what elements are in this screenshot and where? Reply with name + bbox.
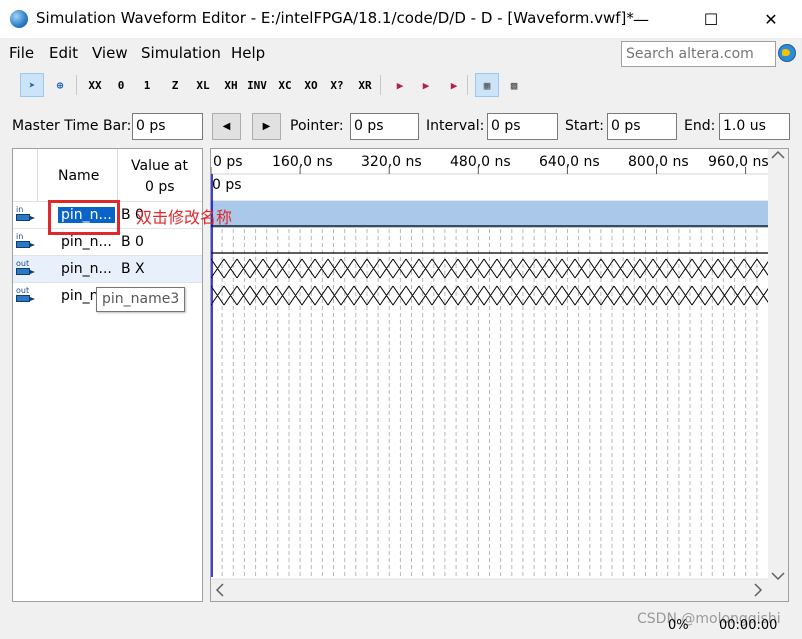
output-pin-icon: out bbox=[15, 259, 35, 279]
start-label: Start: bbox=[565, 118, 604, 134]
pointer-field[interactable]: 0 ps bbox=[350, 113, 419, 140]
pin-direction-label: in bbox=[16, 205, 24, 214]
waveform-canvas[interactable] bbox=[211, 149, 789, 602]
signal-row[interactable]: out pin_n... B X bbox=[13, 255, 202, 282]
start-field[interactable]: 0 ps bbox=[607, 113, 677, 140]
pointer-tool-icon[interactable]: ➤ bbox=[20, 73, 44, 97]
maximize-button[interactable]: ☐ bbox=[688, 0, 734, 38]
toolbar-separator bbox=[467, 75, 468, 95]
signal-name[interactable]: pin_n... bbox=[61, 234, 112, 250]
pin-direction-label: in bbox=[16, 232, 24, 241]
menu-file[interactable]: File bbox=[9, 44, 34, 62]
force-weak-low-icon[interactable]: XL bbox=[191, 73, 215, 97]
time-ruler-label: 800,0 ns bbox=[628, 154, 689, 170]
zoom-tool-icon[interactable]: ⊕ bbox=[48, 73, 72, 97]
minimize-button[interactable]: — bbox=[618, 0, 664, 38]
random-icon[interactable]: X? bbox=[325, 73, 349, 97]
status-percent: 0% bbox=[668, 618, 689, 633]
menu-view[interactable]: View bbox=[92, 44, 128, 62]
clock-icon[interactable]: XO bbox=[299, 73, 323, 97]
selected-row-highlight bbox=[211, 201, 768, 228]
pin-direction-label: out bbox=[16, 286, 30, 295]
horizontal-scrollbar bbox=[211, 579, 768, 601]
waveform-panel[interactable]: 0 ps 160,0 ns 320,0 ns 480,0 ns 640,0 ns 800,… bbox=[210, 148, 789, 602]
time-ruler-label: 960,0 ns bbox=[708, 154, 769, 170]
master-time-bar-label: Master Time Bar: bbox=[12, 118, 132, 134]
globe-icon[interactable] bbox=[778, 44, 796, 62]
status-time: 00:00:00 bbox=[719, 618, 778, 633]
time-ruler-label: 480,0 ns bbox=[450, 154, 511, 170]
signal-waveform-unknown bbox=[211, 285, 771, 306]
master-time-bar-field[interactable]: 0 ps bbox=[132, 113, 203, 140]
interval-label: Interval: bbox=[426, 118, 485, 134]
output-pin-icon: out bbox=[15, 286, 35, 306]
name-column-header[interactable]: Name bbox=[58, 168, 99, 184]
value-column-header-time: 0 ps bbox=[145, 179, 175, 195]
force-low-icon[interactable]: 0 bbox=[109, 73, 133, 97]
grid-settings-icon[interactable]: ▩ bbox=[502, 73, 526, 97]
input-pin-icon: in bbox=[15, 205, 35, 225]
pointer-label: Pointer: bbox=[290, 118, 344, 134]
snap-to-grid-icon[interactable]: ▦ bbox=[475, 73, 499, 97]
signal-value: B 0 bbox=[121, 234, 144, 250]
annotation-text: 双击修改名称 bbox=[136, 208, 233, 227]
vertical-scrollbar bbox=[768, 149, 788, 601]
run-functional-sim-icon[interactable]: ▶ bbox=[388, 73, 412, 97]
time-ruler-label: 640,0 ns bbox=[539, 154, 600, 170]
invert-icon[interactable]: INV bbox=[245, 73, 269, 97]
run-timing-sim-icon[interactable]: ▶ bbox=[414, 73, 438, 97]
input-pin-icon: in bbox=[15, 232, 35, 252]
count-value-icon[interactable]: XC bbox=[273, 73, 297, 97]
menu-simulation[interactable]: Simulation bbox=[141, 44, 221, 62]
generate-netlist-icon[interactable]: ▶ bbox=[442, 73, 466, 97]
end-label: End: bbox=[684, 118, 716, 134]
prev-transition-button[interactable]: ◀ bbox=[212, 113, 241, 140]
menu-edit[interactable]: Edit bbox=[49, 44, 78, 62]
signal-name[interactable]: pin_n... bbox=[61, 261, 112, 277]
end-field[interactable]: 1.0 us bbox=[719, 113, 790, 140]
toolbar-separator bbox=[76, 75, 77, 95]
signal-waveform-unknown bbox=[211, 258, 771, 279]
force-weak-high-icon[interactable]: XH bbox=[219, 73, 243, 97]
time-ruler-label: 160,0 ns bbox=[272, 154, 333, 170]
force-high-icon[interactable]: 1 bbox=[135, 73, 159, 97]
name-tooltip: pin_name3 bbox=[96, 287, 185, 312]
signal-value: B X bbox=[121, 261, 145, 277]
interval-field[interactable]: 0 ps bbox=[487, 113, 558, 140]
menu-help[interactable]: Help bbox=[231, 44, 265, 62]
time-ruler-label: 320,0 ns bbox=[361, 154, 422, 170]
next-transition-button[interactable]: ▶ bbox=[252, 113, 281, 140]
annotation-highlight-box bbox=[48, 200, 120, 235]
force-unknown-icon[interactable]: XX bbox=[83, 73, 107, 97]
app-icon bbox=[10, 10, 28, 28]
force-high-z-icon[interactable]: Z bbox=[163, 73, 187, 97]
time-ruler-label: 0 ps bbox=[213, 154, 243, 170]
close-button[interactable]: ✕ bbox=[748, 0, 794, 38]
cursor-time-label: 0 ps bbox=[212, 177, 242, 193]
search-input[interactable] bbox=[621, 41, 776, 67]
arbitrary-value-icon[interactable]: XR bbox=[353, 73, 377, 97]
value-column-header[interactable]: Value at bbox=[131, 158, 188, 174]
signal-name[interactable]: pin_n bbox=[61, 288, 99, 304]
toolbar-separator bbox=[380, 75, 381, 95]
window-title: Simulation Waveform Editor - E:/intelFPG… bbox=[36, 9, 634, 27]
pin-direction-label: out bbox=[16, 259, 30, 268]
